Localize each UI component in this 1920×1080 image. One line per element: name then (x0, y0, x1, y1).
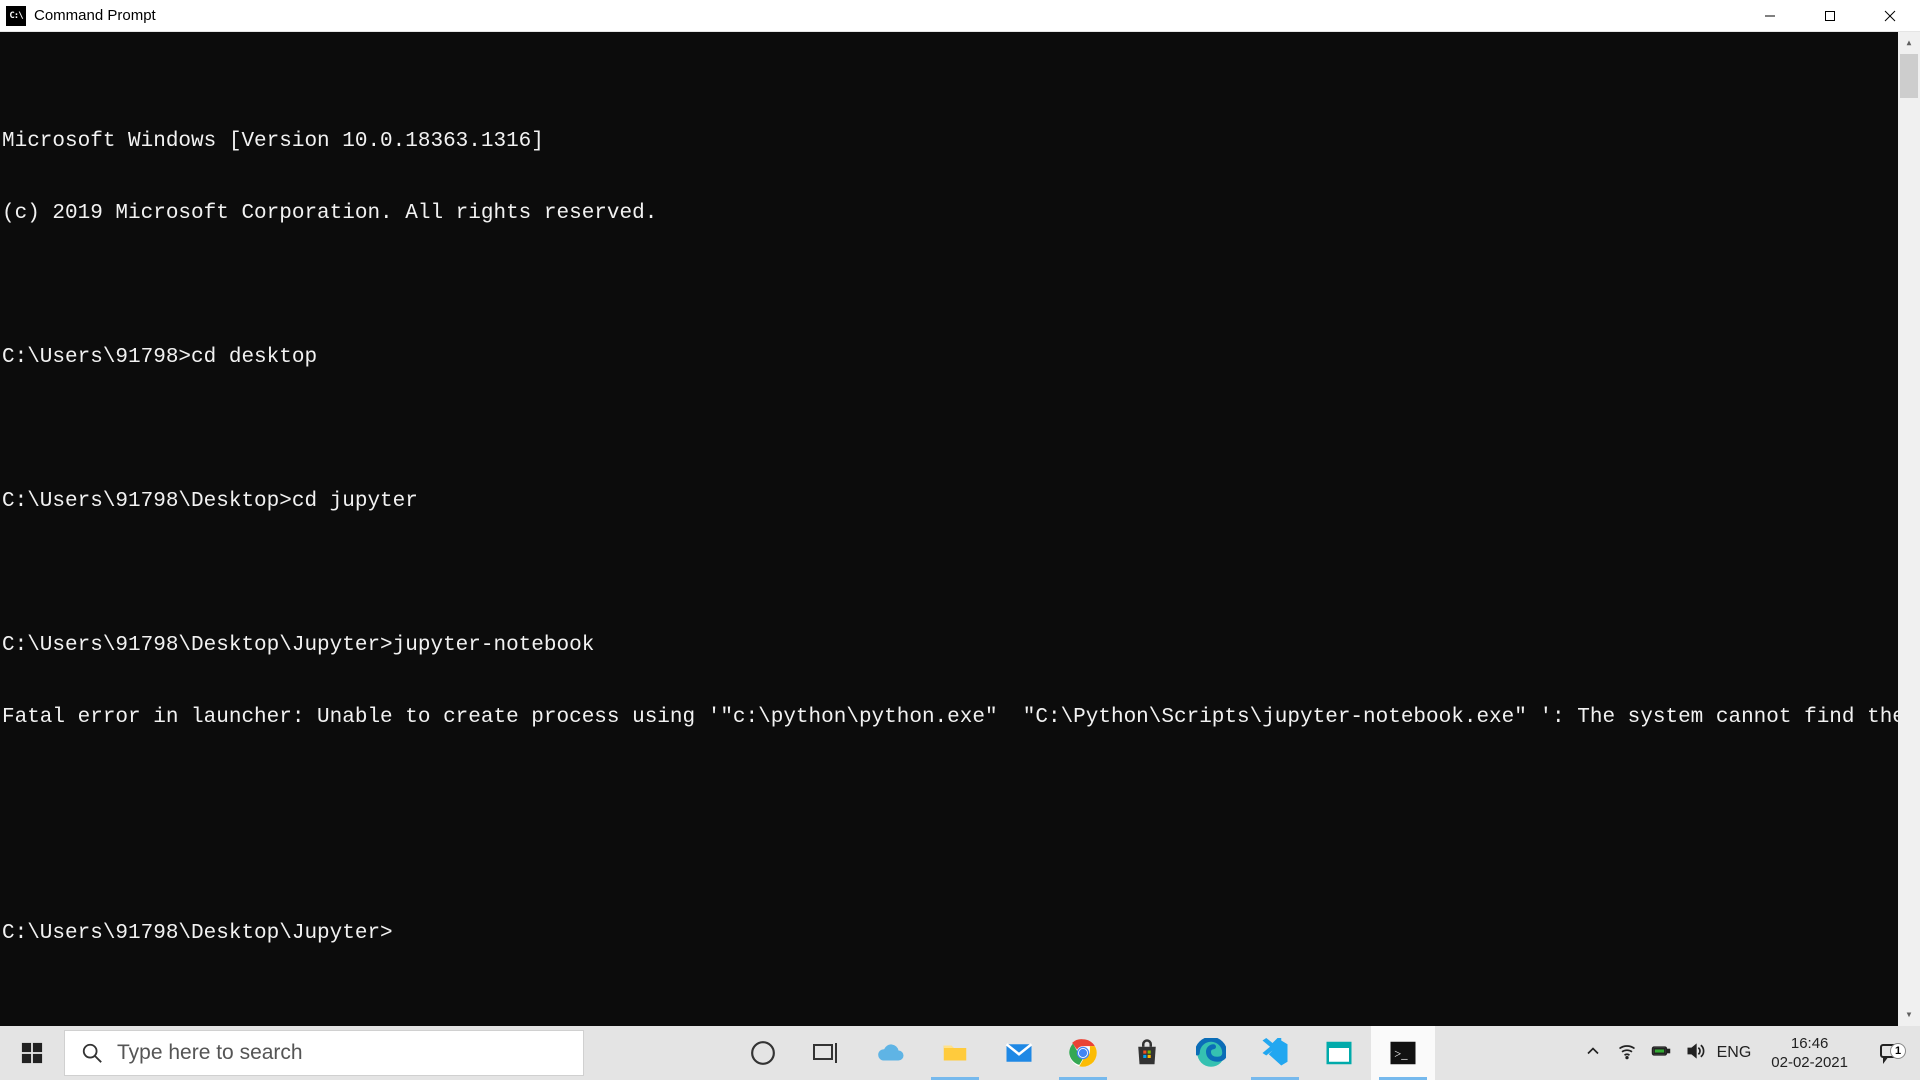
terminal-line (2, 562, 1920, 586)
taskbar-app-vscode[interactable] (1243, 1026, 1307, 1080)
battery-icon[interactable] (1651, 1041, 1671, 1066)
terminal-line: Microsoft Windows [Version 10.0.18363.13… (2, 130, 1920, 154)
cortana-button[interactable] (731, 1026, 795, 1080)
terminal-line (2, 418, 1920, 442)
taskbar-app-cmd[interactable]: >_ (1371, 1026, 1435, 1080)
terminal-line (2, 778, 1920, 802)
clock[interactable]: 16:46 02-02-2021 (1763, 1034, 1856, 1073)
volume-icon[interactable] (1685, 1041, 1705, 1066)
tray-icons (1583, 1041, 1705, 1066)
vscode-icon (1259, 1037, 1291, 1069)
terminal-output: Microsoft Windows [Version 10.0.18363.13… (0, 80, 1920, 994)
action-center-button[interactable]: 1 (1868, 1041, 1912, 1065)
clock-time: 16:46 (1771, 1034, 1848, 1054)
wifi-icon[interactable] (1617, 1041, 1637, 1066)
taskbar-app-chrome[interactable] (1051, 1026, 1115, 1080)
scroll-thumb[interactable] (1900, 54, 1918, 98)
cmd-app-icon: >_ (1387, 1037, 1419, 1069)
mail-icon (1003, 1037, 1035, 1069)
taskbar-left: Type here to search (0, 1026, 584, 1080)
system-tray: ENG 16:46 02-02-2021 1 (1583, 1026, 1920, 1080)
circle-icon (747, 1037, 779, 1069)
close-button[interactable] (1860, 0, 1920, 32)
chrome-icon (1067, 1037, 1099, 1069)
terminal-line (2, 850, 1920, 874)
window-app-icon (1323, 1037, 1355, 1069)
search-placeholder: Type here to search (117, 1041, 303, 1065)
terminal-area[interactable]: Microsoft Windows [Version 10.0.18363.13… (0, 32, 1920, 1026)
scroll-up-arrow-icon[interactable]: ▴ (1898, 32, 1920, 54)
terminal-line: C:\Users\91798\Desktop\Jupyter>jupyter-n… (2, 634, 1920, 658)
task-view-button[interactable] (795, 1026, 859, 1080)
terminal-prompt[interactable]: C:\Users\91798\Desktop\Jupyter> (2, 922, 1920, 946)
minimize-button[interactable] (1740, 0, 1800, 32)
folder-icon (939, 1037, 971, 1069)
window-controls (1740, 0, 1920, 32)
terminal-line: Fatal error in launcher: Unable to creat… (2, 706, 1920, 730)
taskbar: Type here to search (0, 1026, 1920, 1080)
terminal-line: C:\Users\91798\Desktop>cd jupyter (2, 490, 1920, 514)
windows-logo-icon (21, 1042, 43, 1064)
vertical-scrollbar[interactable]: ▴ ▾ (1898, 32, 1920, 1026)
search-icon (81, 1042, 103, 1064)
taskbar-app-cloud[interactable] (859, 1026, 923, 1080)
taskbar-apps: >_ (731, 1026, 1435, 1080)
clock-date: 02-02-2021 (1771, 1053, 1848, 1073)
tray-overflow-chevron-icon[interactable] (1583, 1041, 1603, 1066)
taskbar-app-generic[interactable] (1307, 1026, 1371, 1080)
titlebar-left: C:\ Command Prompt (0, 6, 156, 26)
task-view-icon (811, 1037, 843, 1069)
taskbar-app-store[interactable] (1115, 1026, 1179, 1080)
notification-count: 1 (1890, 1043, 1906, 1059)
cloud-app-icon (875, 1037, 907, 1069)
terminal-line: (c) 2019 Microsoft Corporation. All righ… (2, 202, 1920, 226)
shopping-bag-icon (1131, 1037, 1163, 1069)
maximize-button[interactable] (1800, 0, 1860, 32)
window-title: Command Prompt (34, 7, 156, 24)
taskbar-app-mail[interactable] (987, 1026, 1051, 1080)
start-button[interactable] (0, 1026, 64, 1080)
taskbar-search[interactable]: Type here to search (64, 1030, 584, 1076)
scroll-down-arrow-icon[interactable]: ▾ (1898, 1004, 1920, 1026)
language-indicator[interactable]: ENG (1717, 1044, 1752, 1062)
cmd-icon: C:\ (6, 6, 26, 26)
taskbar-app-file-explorer[interactable] (923, 1026, 987, 1080)
taskbar-app-edge[interactable] (1179, 1026, 1243, 1080)
window-titlebar: C:\ Command Prompt (0, 0, 1920, 32)
terminal-line (2, 274, 1920, 298)
edge-icon (1195, 1037, 1227, 1069)
svg-text:>_: >_ (1395, 1047, 1409, 1061)
terminal-line: C:\Users\91798>cd desktop (2, 346, 1920, 370)
